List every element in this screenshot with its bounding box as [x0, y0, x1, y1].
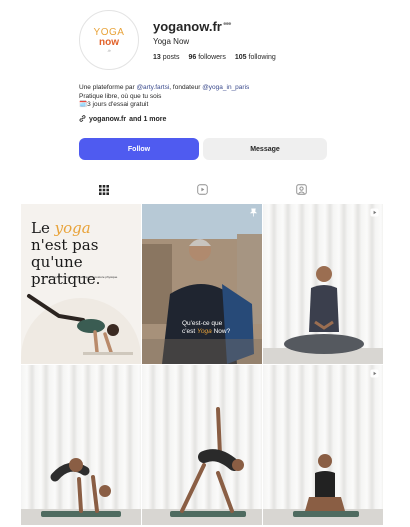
bio-line-1: Une plateforme par @arty.fartsi, fondate… [79, 84, 250, 91]
followers-stat[interactable]: 96 followers [188, 54, 225, 61]
reel-icon [370, 208, 379, 217]
profile-header: YOGA now .fr yoganow.fr ••• Yoga Now 13 … [0, 0, 410, 80]
post-caption: Qu'est-ce que c'est Yoga Now? [182, 320, 231, 335]
post-thumbnail[interactable]: Qu'est-ce que c'est Yoga Now? [142, 204, 262, 364]
pin-icon [249, 208, 258, 217]
username: yoganow.fr [153, 19, 222, 34]
tab-posts[interactable] [97, 184, 111, 198]
calendar-emoji: 🗓️ [79, 101, 88, 108]
avatar-logo-suffix: .fr [107, 47, 111, 53]
bio-link-more[interactable]: and 1 more [129, 116, 166, 123]
post-thumbnail[interactable] [263, 204, 383, 364]
tab-reels[interactable] [195, 184, 209, 198]
profile-stats: 13 posts 96 followers 105 following [153, 54, 276, 61]
follow-button[interactable]: Follow [79, 138, 199, 160]
post-thumbnail[interactable] [21, 365, 141, 525]
following-stat[interactable]: 105 following [235, 54, 276, 61]
bio-link-url[interactable]: yoganow.fr [89, 116, 126, 123]
triangle-pose-figure [170, 407, 246, 517]
tab-tagged[interactable] [294, 184, 308, 198]
meditation-figure [284, 266, 364, 354]
mention-link[interactable]: @arty.fartsi [136, 84, 169, 91]
crow-pose-figure [41, 458, 121, 517]
reels-icon [196, 182, 208, 200]
message-button[interactable]: Message [203, 138, 327, 160]
grid-icon [99, 182, 109, 200]
bio: Une plateforme par @arty.fartsi, fondate… [79, 84, 339, 110]
crow-pose-figure [27, 294, 133, 355]
post-photo [142, 204, 262, 364]
reel-icon [370, 369, 379, 378]
avatar-logo-top: YOGA [93, 26, 125, 38]
display-name: Yoga Now [153, 37, 190, 46]
post-cover-subtitle: La pratique du yoga n'est pas qu'une pos… [44, 275, 118, 279]
kneeling-figure [293, 454, 359, 517]
avatar[interactable]: YOGA now .fr [79, 10, 139, 70]
post-thumbnail[interactable] [142, 365, 262, 525]
tagged-icon [295, 182, 307, 200]
avatar-logo-bottom: now [99, 36, 119, 48]
posts-grid: Le yoga n'est pas qu'une pratique. La pr… [21, 204, 383, 527]
link-icon [79, 115, 86, 124]
more-options-icon[interactable]: ••• [223, 19, 231, 30]
posts-stat: 13 posts [153, 54, 180, 61]
profile-tabs [0, 180, 410, 204]
post-thumbnail[interactable]: Le yoga n'est pas qu'une pratique. La pr… [21, 204, 141, 364]
mention-link[interactable]: @yoga_in_paris [202, 84, 249, 91]
bio-line-2: Pratique libre, où que tu sois [79, 92, 162, 100]
bio-line-3: 🗓️3 jours d'essai gratuit [79, 101, 149, 108]
post-thumbnail[interactable] [263, 365, 383, 525]
bio-link[interactable]: yoganow.fr and 1 more [79, 115, 166, 124]
